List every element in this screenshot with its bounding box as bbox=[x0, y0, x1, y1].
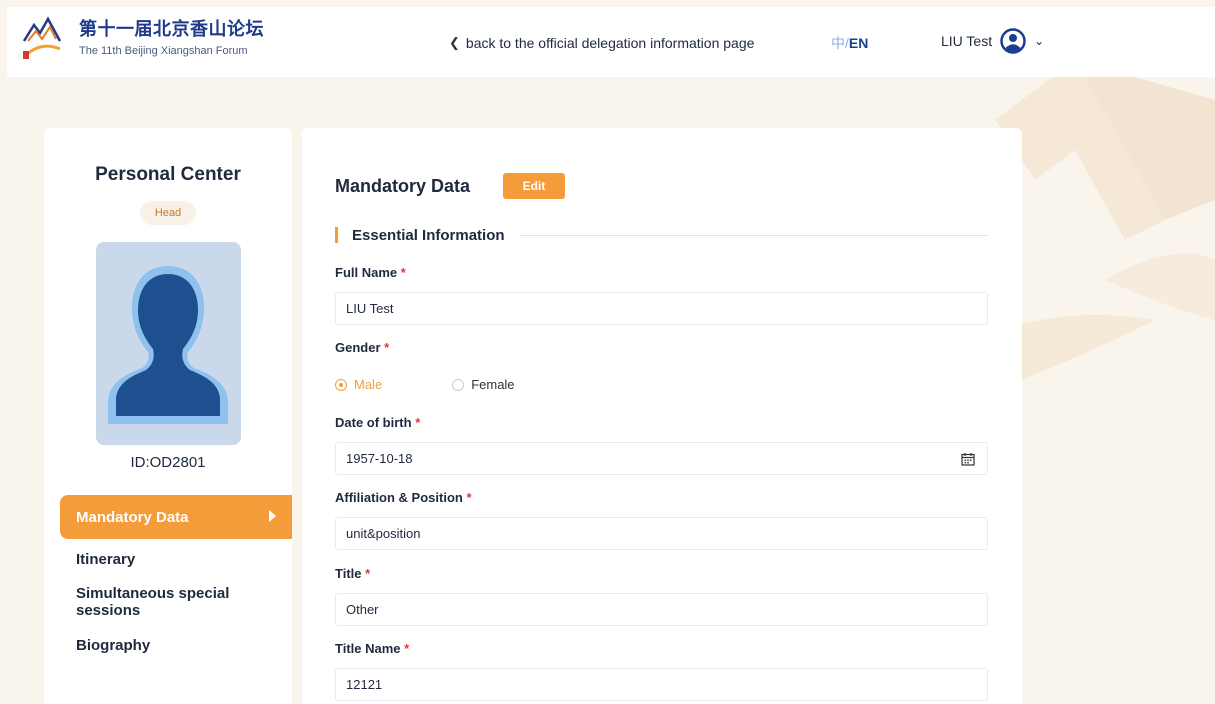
page-title: Mandatory Data bbox=[335, 176, 471, 196]
forum-logo[interactable] bbox=[20, 11, 64, 63]
back-link-label: back to the official delegation informat… bbox=[465, 35, 755, 51]
user-id: ID:OD2801 bbox=[130, 454, 206, 471]
title-name-label: Title Name * bbox=[335, 641, 409, 656]
full-name-label-text: Full Name bbox=[335, 265, 398, 280]
required-mark: * bbox=[400, 265, 406, 280]
dob-label-text: Date of birth bbox=[335, 415, 412, 430]
title-input[interactable]: Other bbox=[335, 593, 988, 626]
sidebar-item-mandatory-data[interactable]: Mandatory Data bbox=[60, 495, 292, 539]
user-circle-icon bbox=[1000, 28, 1026, 54]
title-value: Other bbox=[346, 602, 379, 617]
full-name-input[interactable]: LIU Test bbox=[335, 292, 988, 325]
brand-title-en: The 11th Beijing Xiangshan Forum bbox=[79, 45, 248, 57]
lang-zh[interactable]: 中 bbox=[831, 36, 845, 52]
dob-input[interactable]: 1957-10-18 bbox=[335, 442, 988, 475]
affiliation-label-text: Affiliation & Position bbox=[335, 490, 463, 505]
sidebar-title: Personal Center bbox=[95, 164, 241, 185]
brand-title-cn: 第十一届北京香山论坛 bbox=[79, 19, 264, 40]
user-menu[interactable]: LIU Test ⌄ bbox=[941, 28, 1044, 54]
main-panel: Mandatory Data Edit Essential Informatio… bbox=[302, 128, 1022, 704]
section-divider bbox=[518, 234, 988, 236]
section-title: Essential Information bbox=[352, 226, 505, 244]
back-chevron-icon: ❮ bbox=[449, 35, 460, 50]
user-name: LIU Test bbox=[941, 33, 993, 49]
radio-label: Male bbox=[354, 377, 383, 392]
required-mark: * bbox=[384, 340, 390, 355]
radio-unchecked-icon bbox=[452, 378, 465, 391]
title-label: Title * bbox=[335, 566, 370, 581]
lang-en[interactable]: EN bbox=[849, 35, 868, 51]
language-switch[interactable]: 中/EN bbox=[831, 33, 868, 53]
gender-label-text: Gender bbox=[335, 340, 381, 355]
sidebar-item-label: Biography bbox=[76, 637, 151, 654]
dob-label: Date of birth * bbox=[335, 415, 420, 430]
person-silhouette-icon bbox=[108, 266, 228, 424]
sidebar-item-label: Simultaneous special sessions bbox=[76, 585, 230, 619]
full-name-label: Full Name * bbox=[335, 265, 406, 280]
section-accent-bar bbox=[335, 227, 338, 243]
affiliation-value: unit&position bbox=[346, 526, 421, 541]
title-name-label-text: Title Name bbox=[335, 641, 401, 656]
top-bar: 第十一届北京香山论坛 The 11th Beijing Xiangshan Fo… bbox=[7, 7, 1215, 77]
caret-right-icon bbox=[269, 510, 276, 522]
title-name-value: 12121 bbox=[346, 677, 383, 692]
edit-button[interactable]: Edit bbox=[503, 173, 565, 199]
sidebar-item-biography[interactable]: Biography bbox=[76, 637, 276, 654]
full-name-value: LIU Test bbox=[346, 301, 394, 316]
chevron-down-icon: ⌄ bbox=[1034, 34, 1045, 48]
radio-label: Female bbox=[471, 377, 515, 392]
gender-label: Gender * bbox=[335, 340, 389, 355]
sidebar-item-label: Itinerary bbox=[76, 551, 136, 568]
gender-radio-male[interactable]: Male bbox=[335, 377, 382, 392]
sidebar: Personal Center Head ID:OD2801 Mandatory… bbox=[44, 128, 292, 704]
back-link[interactable]: ❮ back to the official delegation inform… bbox=[449, 35, 754, 51]
affiliation-label: Affiliation & Position * bbox=[335, 490, 472, 505]
section-header: Essential Information bbox=[335, 225, 988, 245]
sidebar-item-simultaneous-sessions[interactable]: Simultaneous special sessions bbox=[76, 585, 256, 619]
calendar-icon[interactable] bbox=[961, 452, 975, 466]
role-badge: Head bbox=[140, 201, 196, 225]
required-mark: * bbox=[466, 490, 472, 505]
title-name-input[interactable]: 12121 bbox=[335, 668, 988, 701]
required-mark: * bbox=[365, 566, 371, 581]
profile-photo bbox=[96, 242, 241, 445]
title-label-text: Title bbox=[335, 566, 362, 581]
dob-value: 1957-10-18 bbox=[346, 451, 413, 466]
sidebar-item-label: Mandatory Data bbox=[76, 508, 189, 526]
required-mark: * bbox=[404, 641, 410, 656]
sidebar-item-itinerary[interactable]: Itinerary bbox=[76, 551, 276, 568]
radio-checked-icon bbox=[335, 378, 347, 391]
gender-radio-female[interactable]: Female bbox=[452, 377, 515, 392]
required-mark: * bbox=[415, 415, 421, 430]
affiliation-input[interactable]: unit&position bbox=[335, 517, 988, 550]
gender-radio-group: Male Female bbox=[335, 377, 515, 392]
